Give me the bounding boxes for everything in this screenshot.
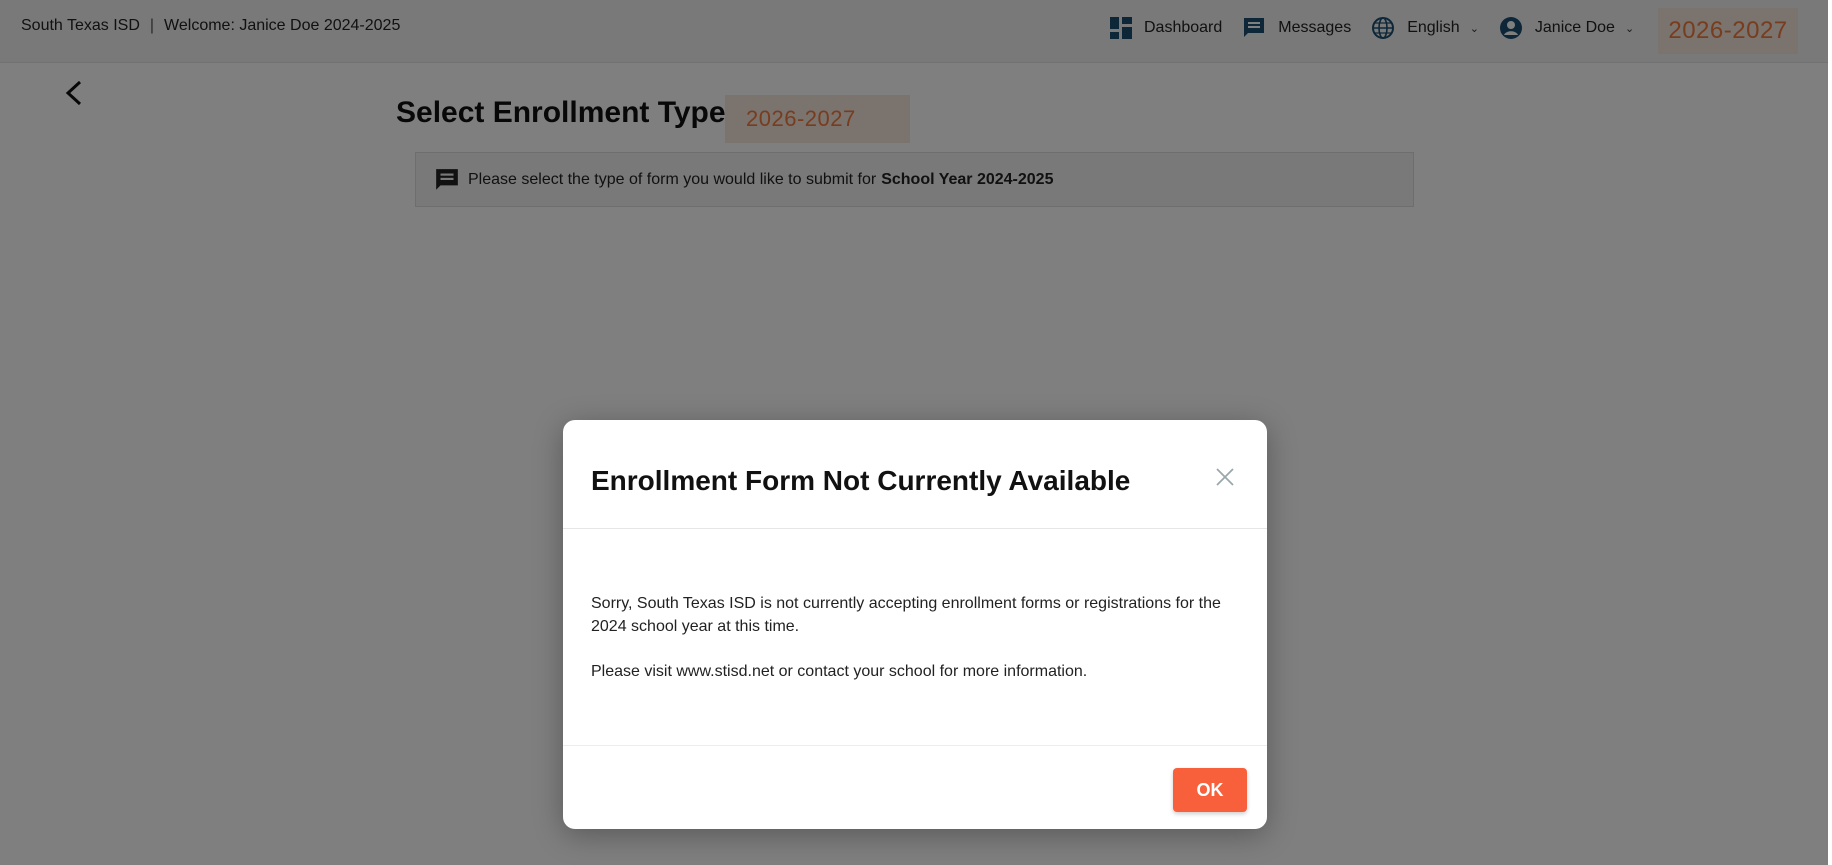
dialog-title: Enrollment Form Not Currently Available [591,465,1131,496]
ok-button[interactable]: OK [1173,768,1247,812]
dialog-message: Sorry, South Texas ISD is not currently … [591,595,1221,635]
close-icon[interactable] [1213,465,1237,489]
window-edge [1828,0,1832,865]
unavailable-dialog: Enrollment Form Not Currently Available … [563,420,1267,829]
dialog-header: Enrollment Form Not Currently Available [563,420,1267,529]
dialog-contact-info: Please visit www.stisd.net or contact yo… [591,663,1088,680]
dialog-footer: OK [563,745,1267,830]
dialog-body: Sorry, South Texas ISD is not currently … [591,592,1241,705]
